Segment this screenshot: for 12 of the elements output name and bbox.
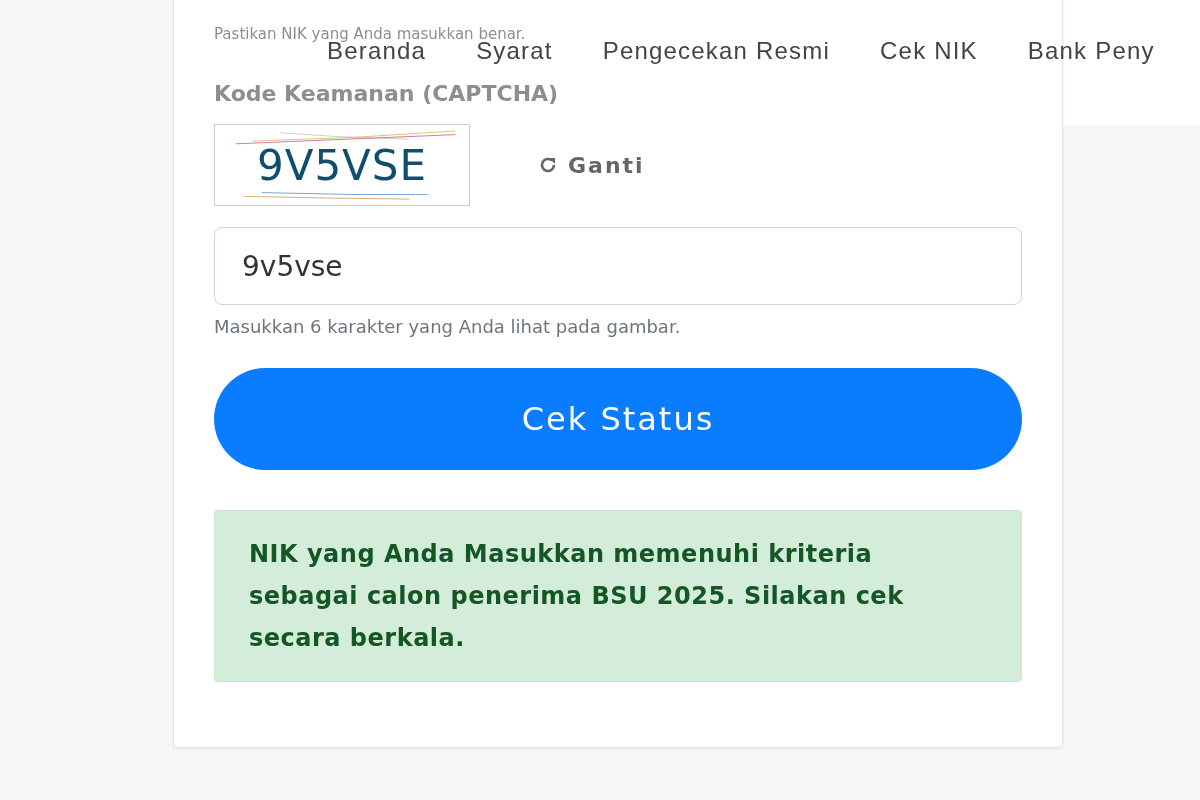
refresh-icon bbox=[538, 155, 558, 175]
nav-link[interactable]: Bank Peny bbox=[1027, 37, 1155, 65]
nav-link[interactable]: Pengecekan Resmi bbox=[602, 37, 831, 65]
nik-hint: Pastikan NIK yang Anda masukkan benar. bbox=[214, 25, 526, 43]
result-alert: NIK yang Anda Masukkan memenuhi kriteria sebagai calon penerima BSU 2025. Silakan cek secara berkala. bbox=[214, 510, 1022, 682]
captcha-label: Kode Keamanan (CAPTCHA) bbox=[214, 81, 559, 106]
captcha-input[interactable]: 9v5vse bbox=[214, 227, 1022, 305]
captcha-hint: Masukkan 6 karakter yang Anda lihat pada gambar. bbox=[214, 316, 682, 337]
captcha-text: 9V5VSE bbox=[256, 140, 428, 190]
check-status-button[interactable]: Cek Status bbox=[214, 368, 1022, 470]
nav-link[interactable]: Cek NIK bbox=[880, 37, 978, 65]
refresh-button[interactable]: Ganti bbox=[538, 152, 645, 178]
